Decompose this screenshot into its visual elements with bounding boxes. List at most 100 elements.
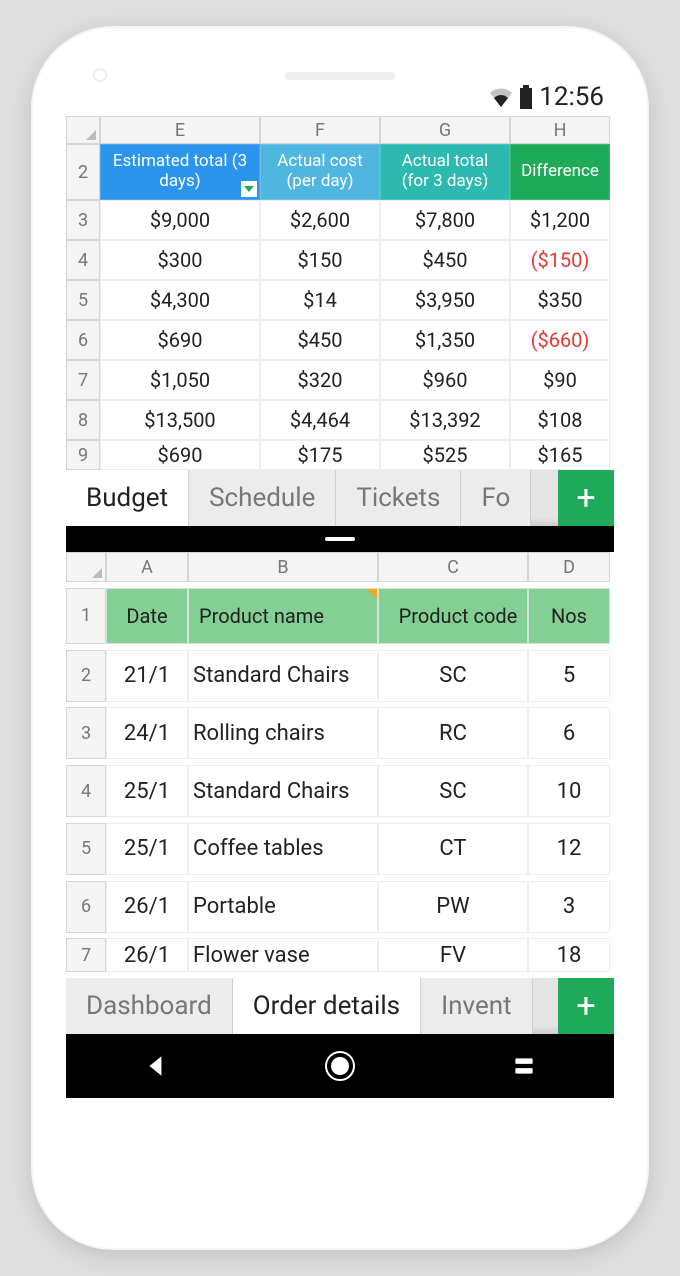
cell[interactable]: $1,200 [510, 200, 610, 240]
cell[interactable]: $14 [260, 280, 380, 320]
column-header[interactable]: H [510, 116, 610, 144]
row-header[interactable]: 7 [66, 360, 100, 400]
recents-button[interactable] [511, 1053, 537, 1079]
row-header[interactable]: 1 [66, 588, 106, 644]
cell[interactable]: $7,800 [380, 200, 510, 240]
cell[interactable]: ($660) [510, 320, 610, 360]
cell[interactable]: $350 [510, 280, 610, 320]
column-header[interactable]: F [260, 116, 380, 144]
table-header-cell[interactable]: Date [106, 588, 188, 644]
cell[interactable]: PW [378, 881, 528, 933]
cell[interactable]: $150 [260, 240, 380, 280]
cell[interactable]: Flower vase [188, 938, 378, 972]
select-all-corner[interactable] [66, 552, 106, 582]
column-header[interactable]: A [106, 552, 188, 582]
cell[interactable]: $2,600 [260, 200, 380, 240]
cell[interactable]: $690 [100, 320, 260, 360]
cell[interactable]: $1,350 [380, 320, 510, 360]
cell[interactable]: RC [378, 707, 528, 759]
cell[interactable]: $90 [510, 360, 610, 400]
row-header[interactable]: 3 [66, 200, 100, 240]
column-header[interactable]: D [528, 552, 610, 582]
table-header-cell[interactable]: Nos [528, 588, 610, 644]
cell[interactable]: $320 [260, 360, 380, 400]
frozen-header-cell[interactable]: Difference [510, 144, 610, 200]
row-header[interactable]: 2 [66, 650, 106, 702]
cell[interactable]: 6 [528, 707, 610, 759]
cell[interactable]: Standard Chairs [188, 650, 378, 702]
row-header[interactable]: 9 [66, 440, 100, 470]
cell[interactable]: $108 [510, 400, 610, 440]
cell[interactable]: ($150) [510, 240, 610, 280]
cell[interactable]: Rolling chairs [188, 707, 378, 759]
cell[interactable]: 18 [528, 938, 610, 972]
add-sheet-button[interactable]: + [558, 470, 614, 526]
column-header[interactable]: G [380, 116, 510, 144]
cell[interactable]: 10 [528, 765, 610, 817]
frozen-header-cell[interactable]: Actual cost (per day) [260, 144, 380, 200]
table-header-cell[interactable]: Product code [378, 588, 528, 644]
row-header[interactable]: 6 [66, 881, 106, 933]
cell[interactable]: CT [378, 823, 528, 875]
grid-bottom[interactable]: ABCD 1DateProduct nameProduct codeNos 221/… [66, 552, 614, 978]
spreadsheet-bottom[interactable]: ABCD 1DateProduct nameProduct codeNos 221/… [66, 552, 614, 1034]
sheet-tab[interactable]: Order details [233, 978, 421, 1034]
row-header[interactable]: 4 [66, 240, 100, 280]
row-header[interactable]: 7 [66, 938, 106, 972]
cell[interactable]: $13,392 [380, 400, 510, 440]
cell[interactable]: 21/1 [106, 650, 188, 702]
select-all-corner[interactable] [66, 116, 100, 144]
cell[interactable]: 24/1 [106, 707, 188, 759]
back-button[interactable] [143, 1053, 169, 1079]
row-header[interactable]: 2 [66, 144, 100, 200]
cell[interactable]: Standard Chairs [188, 765, 378, 817]
frozen-header-cell[interactable]: Actual total (for 3 days) [380, 144, 510, 200]
column-header[interactable]: E [100, 116, 260, 144]
cell[interactable]: 26/1 [106, 938, 188, 972]
cell[interactable]: SC [378, 765, 528, 817]
cell[interactable]: 12 [528, 823, 610, 875]
sheet-tab[interactable]: Fo [461, 470, 531, 526]
cell[interactable]: $960 [380, 360, 510, 400]
home-button[interactable] [323, 1049, 357, 1083]
cell[interactable]: 25/1 [106, 823, 188, 875]
cell[interactable]: $450 [260, 320, 380, 360]
cell[interactable]: $13,500 [100, 400, 260, 440]
sheet-tab[interactable]: Dashboard [66, 978, 233, 1034]
filter-dropdown-icon[interactable] [241, 181, 257, 197]
row-header[interactable]: 4 [66, 765, 106, 817]
cell[interactable]: SC [378, 650, 528, 702]
row-header[interactable]: 6 [66, 320, 100, 360]
cell[interactable]: 25/1 [106, 765, 188, 817]
sheet-tab[interactable]: Schedule [189, 470, 336, 526]
cell[interactable]: $3,950 [380, 280, 510, 320]
cell[interactable]: $4,300 [100, 280, 260, 320]
cell[interactable]: $9,000 [100, 200, 260, 240]
cell[interactable]: $4,464 [260, 400, 380, 440]
cell[interactable]: $165 [510, 440, 610, 470]
split-handle[interactable] [66, 526, 614, 552]
frozen-header-cell[interactable]: Estimated total (3 days) [100, 144, 260, 200]
sheet-tab[interactable]: Invent [421, 978, 533, 1034]
row-header[interactable]: 5 [66, 280, 100, 320]
cell[interactable]: $525 [380, 440, 510, 470]
grid-top[interactable]: EFGH 2Estimated total (3 days)Actual cost… [66, 116, 614, 470]
column-header[interactable]: B [188, 552, 378, 582]
add-sheet-button[interactable]: + [558, 978, 614, 1034]
cell[interactable]: $450 [380, 240, 510, 280]
cell[interactable]: Portable [188, 881, 378, 933]
row-header[interactable]: 3 [66, 707, 106, 759]
row-header[interactable]: 5 [66, 823, 106, 875]
table-header-cell[interactable]: Product name [188, 588, 378, 644]
row-header[interactable]: 8 [66, 400, 100, 440]
cell[interactable]: 26/1 [106, 881, 188, 933]
cell[interactable]: $175 [260, 440, 380, 470]
cell[interactable]: Coffee tables [188, 823, 378, 875]
spreadsheet-top[interactable]: EFGH 2Estimated total (3 days)Actual cost… [66, 116, 614, 526]
cell[interactable]: 5 [528, 650, 610, 702]
cell[interactable]: 3 [528, 881, 610, 933]
column-header[interactable]: C [378, 552, 528, 582]
sheet-tab[interactable]: Tickets [336, 470, 461, 526]
cell[interactable]: $1,050 [100, 360, 260, 400]
cell[interactable]: FV [378, 938, 528, 972]
